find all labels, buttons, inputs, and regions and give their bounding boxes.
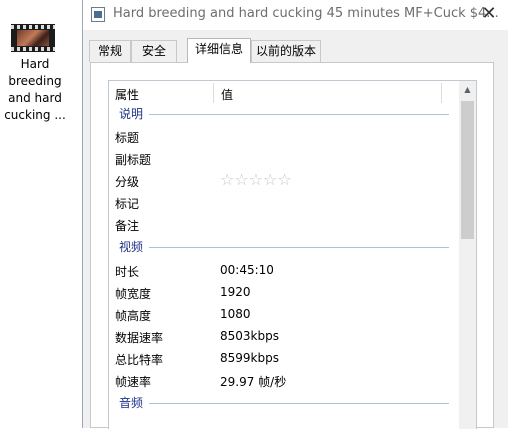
file-label-line: and hard [8, 91, 62, 105]
property-row-total-bitrate[interactable]: 总比特率 8599kbps [115, 348, 445, 370]
property-name: 副标题 [115, 153, 152, 167]
property-row-comments[interactable]: 备注 [115, 214, 445, 236]
column-divider[interactable] [441, 83, 442, 103]
property-name: 帧速率 [115, 375, 152, 389]
property-row-length[interactable]: 时长 00:45:10 [115, 260, 445, 282]
video-thumbnail-icon [11, 24, 55, 52]
details-panel: 属性 值 说明 标题 副标题 分级 ☆☆☆☆☆ 标记 备注 视频 时长 00:4… [90, 62, 494, 429]
rating-stars[interactable]: ☆☆☆☆☆ [220, 170, 292, 189]
property-row-frame-height[interactable]: 帧高度 1080 [115, 304, 445, 326]
property-value: 29.97 帧/秒 [220, 375, 287, 389]
property-name: 帧高度 [115, 309, 152, 323]
property-name: 数据速率 [115, 331, 164, 345]
property-name: 备注 [115, 219, 140, 233]
property-list[interactable]: 属性 值 说明 标题 副标题 分级 ☆☆☆☆☆ 标记 备注 视频 时长 00:4… [108, 80, 477, 429]
group-divider [149, 247, 449, 248]
file-label-line: breeding [8, 74, 62, 88]
tab-general[interactable]: 常规 [89, 40, 131, 62]
group-description: 说明 [119, 105, 449, 125]
property-name: 总比特率 [115, 353, 164, 367]
column-divider[interactable] [213, 83, 214, 103]
file-label-line: Hard [20, 57, 50, 71]
property-row-frame-width[interactable]: 帧宽度 1920 [115, 282, 445, 304]
tab-previous-versions[interactable]: 以前的版本 [251, 40, 321, 62]
group-title: 音频 [119, 396, 144, 410]
tab-details[interactable]: 详细信息 [187, 38, 251, 63]
property-name: 时长 [115, 265, 140, 279]
group-divider [149, 114, 449, 115]
property-name: 标记 [115, 197, 140, 211]
desktop-file-label: Hard breeding and hard cucking ... [2, 56, 68, 124]
tab-security[interactable]: 安全 [131, 40, 177, 62]
file-label-line: cucking ... [4, 108, 66, 122]
property-row-subtitle[interactable]: 副标题 [115, 148, 445, 170]
group-video: 视频 [119, 238, 449, 258]
title-bar[interactable]: Hard breeding and hard cucking 45 minute… [83, 0, 508, 30]
property-row-title[interactable]: 标题 [115, 126, 445, 148]
list-header: 属性 值 [109, 81, 459, 105]
property-value: 1920 [220, 285, 251, 299]
file-icon [91, 7, 105, 22]
scrollbar-thumb[interactable] [461, 101, 474, 239]
properties-dialog: Hard breeding and hard cucking 45 minute… [82, 0, 508, 429]
property-name: 帧宽度 [115, 287, 152, 301]
column-header-value[interactable]: 值 [221, 86, 233, 103]
property-value: 00:45:10 [220, 263, 274, 277]
property-row-rating[interactable]: 分级 ☆☆☆☆☆ [115, 170, 445, 192]
vertical-scrollbar[interactable]: ▲ [459, 81, 476, 429]
scroll-up-arrow-icon[interactable]: ▲ [459, 81, 476, 98]
property-row-frame-rate[interactable]: 帧速率 29.97 帧/秒 [115, 370, 445, 392]
property-name: 标题 [115, 131, 140, 145]
property-row-data-rate[interactable]: 数据速率 8503kbps [115, 326, 445, 348]
group-divider [149, 403, 449, 404]
property-value: 1080 [220, 307, 251, 321]
property-value: 8599kbps [220, 351, 279, 365]
close-button[interactable]: ✕ [469, 0, 508, 30]
property-value: 8503kbps [220, 329, 279, 343]
group-title: 视频 [119, 240, 144, 254]
window-title: Hard breeding and hard cucking 45 minute… [113, 6, 499, 21]
property-row-tags[interactable]: 标记 [115, 192, 445, 214]
group-audio: 音频 [119, 394, 449, 414]
group-title: 说明 [119, 107, 144, 121]
property-name: 分级 [115, 175, 140, 189]
desktop-video-file[interactable]: Hard breeding and hard cucking ... [0, 0, 80, 140]
column-header-property[interactable]: 属性 [115, 86, 139, 103]
